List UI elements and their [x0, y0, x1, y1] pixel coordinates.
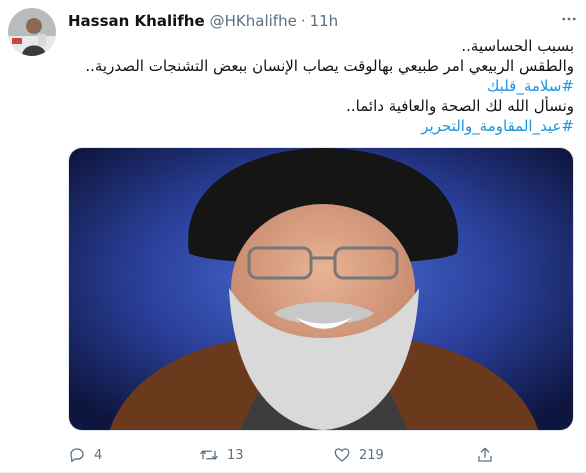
photo-image: [69, 148, 573, 430]
like-button[interactable]: 219: [333, 446, 384, 464]
author-name[interactable]: Hassan Khalifhe: [68, 12, 205, 30]
author-handle[interactable]: @HKhalifhe: [210, 12, 297, 30]
tweet-card[interactable]: Hassan Khalifhe @HKhalifhe · 11h بسبب ال…: [0, 0, 586, 473]
tweet-header: Hassan Khalifhe @HKhalifhe · 11h: [68, 10, 566, 32]
tweet-text-line-1: بسبب الحساسية..: [461, 37, 574, 55]
reply-count: 4: [94, 447, 103, 463]
tweet-actions: 4 13 219: [68, 441, 508, 469]
avatar[interactable]: [8, 8, 56, 56]
tweet-text-line-2: والطقس الربيعي امر طبيعي بهالوقت يصاب ال…: [85, 57, 574, 75]
retweet-count: 13: [227, 447, 244, 463]
share-icon: [478, 447, 492, 462]
tweet-text-line-4: ونسأل الله لك الصحة والعافية دائما..: [346, 97, 574, 115]
retweet-icon: [200, 450, 218, 460]
reply-button[interactable]: 4: [68, 446, 104, 464]
hashtag-link[interactable]: #سلامة_قلبك: [68, 76, 574, 96]
more-icon[interactable]: [556, 6, 582, 32]
reply-icon: [70, 448, 84, 463]
separator-dot: ·: [300, 12, 306, 30]
tweet-photo[interactable]: [68, 147, 574, 431]
share-button[interactable]: [476, 446, 494, 464]
heart-icon: [334, 448, 350, 462]
retweet-button[interactable]: 13: [199, 446, 244, 464]
avatar-image: [8, 8, 56, 56]
hashtag-link[interactable]: #عيد_المقاومة_والتحرير: [68, 116, 574, 136]
like-count: 219: [359, 447, 384, 463]
tweet-time[interactable]: 11h: [310, 12, 339, 30]
